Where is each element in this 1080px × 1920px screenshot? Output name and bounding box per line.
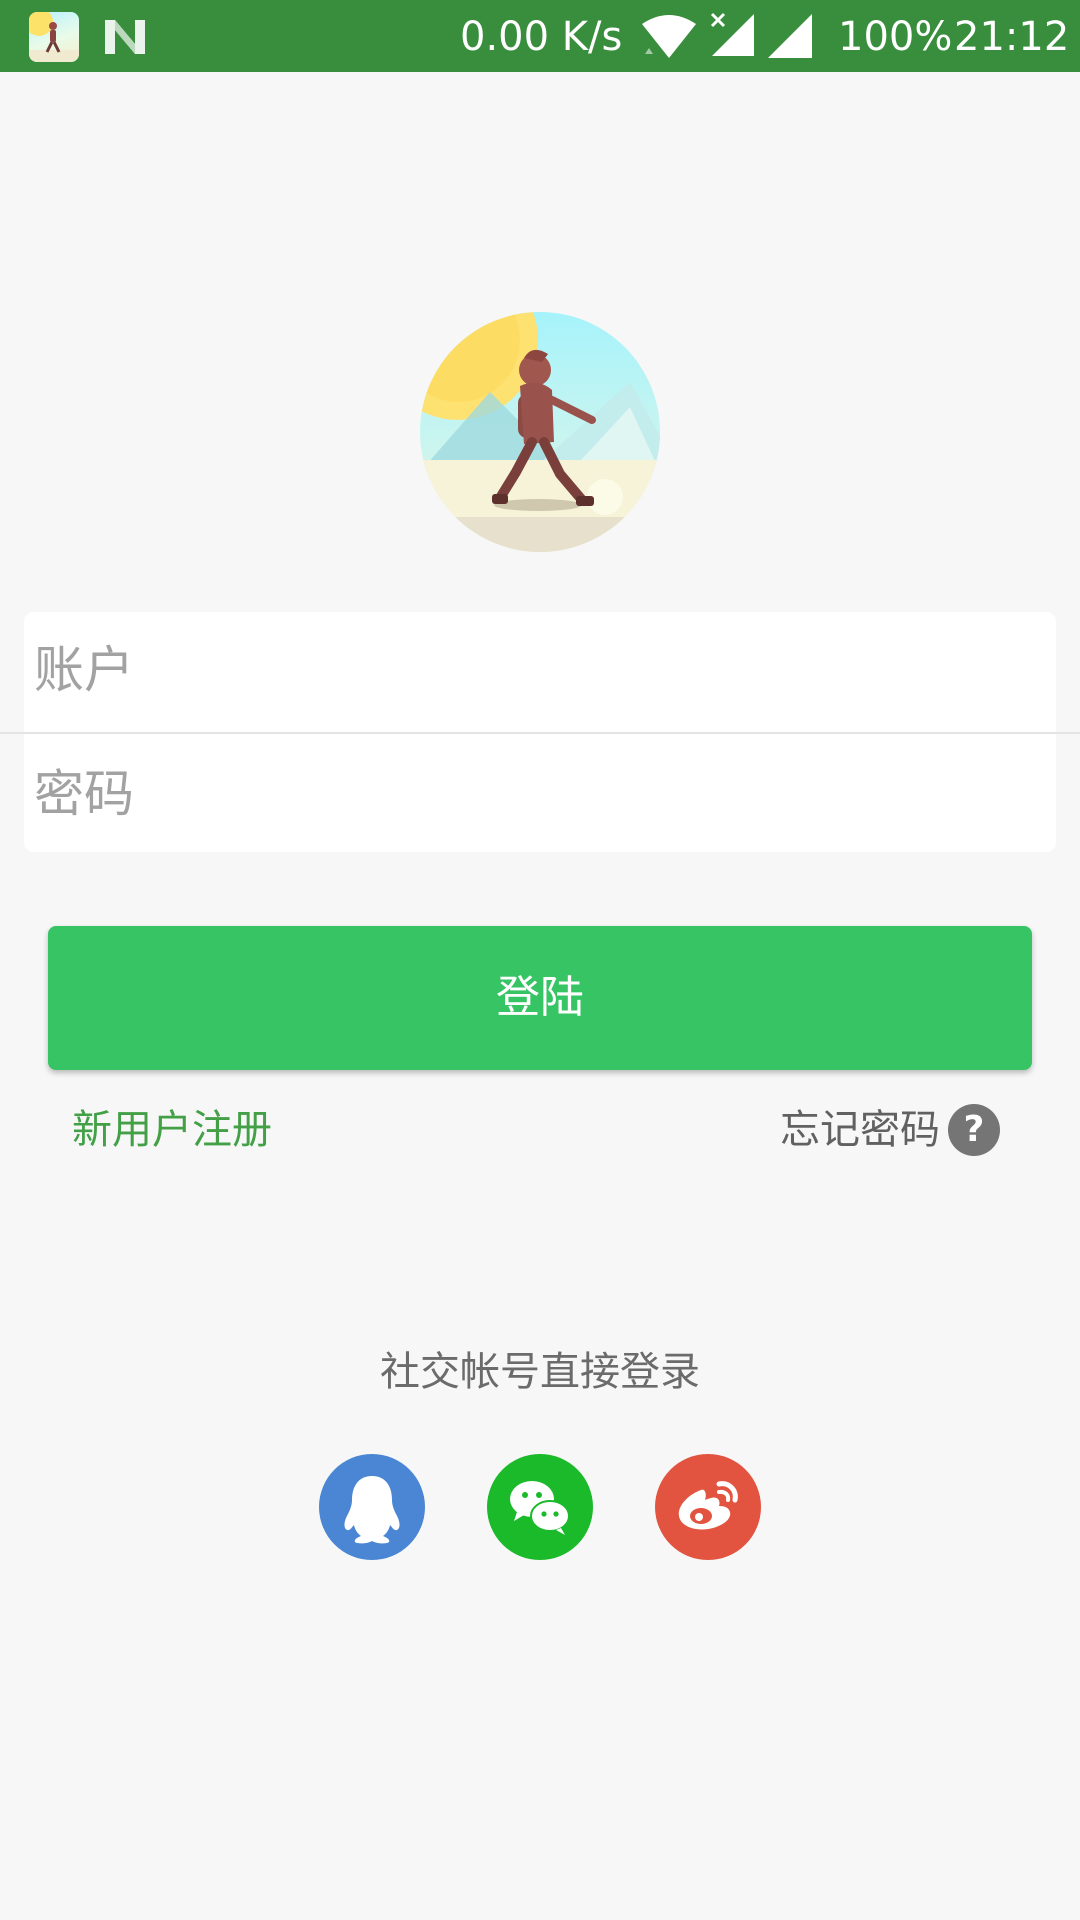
form-divider	[0, 732, 1080, 734]
clock: 21:12	[954, 14, 1070, 60]
app-icon	[29, 12, 79, 62]
wechat-login-button[interactable]	[487, 1454, 593, 1560]
qq-login-button[interactable]	[319, 1454, 425, 1560]
qq-icon	[344, 1476, 400, 1544]
register-link[interactable]: 新用户注册	[72, 1100, 272, 1160]
forgot-password-label: 忘记密码	[780, 1107, 940, 1153]
wechat-icon	[510, 1481, 570, 1535]
account-input[interactable]	[34, 620, 1034, 720]
n-notification-icon	[105, 20, 145, 54]
forgot-password-link[interactable]: 忘记密码 ?	[780, 1100, 1000, 1160]
cell-signal-icon	[768, 14, 812, 58]
wifi-icon	[642, 15, 696, 58]
weibo-login-button[interactable]	[655, 1454, 761, 1560]
avatar[interactable]	[420, 312, 660, 552]
battery-level: 100%	[838, 14, 953, 60]
login-button[interactable]: 登陆	[48, 926, 1032, 1070]
password-input[interactable]	[34, 744, 1034, 844]
status-bar: 0.00 K/s 100% 21:12	[0, 0, 1080, 72]
network-speed: 0.00 K/s	[460, 14, 623, 60]
social-login-title: 社交帐号直接登录	[380, 1349, 700, 1395]
no-data-signal-icon	[710, 12, 754, 56]
help-icon: ?	[948, 1104, 1000, 1156]
weibo-icon	[678, 1481, 738, 1530]
